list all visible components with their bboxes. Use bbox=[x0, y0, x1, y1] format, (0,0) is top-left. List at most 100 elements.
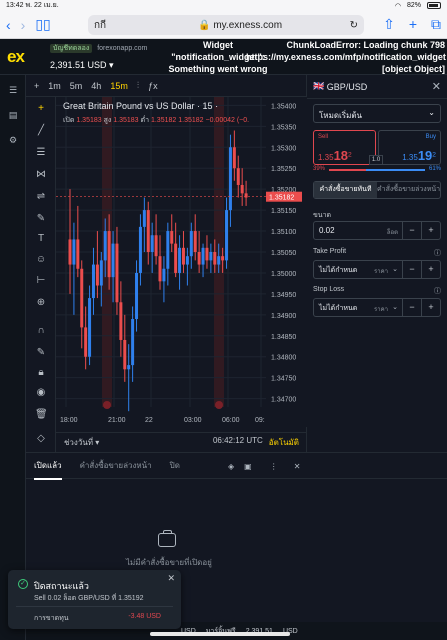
new-tab-icon[interactable]: + bbox=[409, 16, 417, 33]
tp-plus-button[interactable]: + bbox=[421, 261, 440, 278]
tp-label: Take Profit bbox=[313, 248, 347, 255]
chart-range-bar: ช่วงวันที่ ▾ 06:42:12 UTC อัตโนมัติ bbox=[56, 432, 307, 452]
price-chart[interactable]: 1.354001.353501.353001.352501.352001.351… bbox=[56, 97, 307, 427]
candle-body bbox=[193, 231, 197, 252]
url-domain: 🔒 my.exness.com bbox=[198, 19, 283, 31]
tp-minus-button[interactable]: − bbox=[402, 261, 421, 278]
zoom-in-icon[interactable]: ⊕ bbox=[35, 297, 47, 308]
order-panel-header: 🇬🇧︎ GBP/USD ✕ bbox=[307, 75, 447, 99]
brush-icon[interactable]: ✎ bbox=[35, 213, 47, 224]
stack-icon[interactable]: ▣ bbox=[244, 462, 252, 471]
ruler-icon[interactable]: ⊢ bbox=[35, 275, 47, 286]
candle-body bbox=[84, 327, 88, 357]
chevron-down-icon[interactable]: ⌄ bbox=[392, 265, 398, 273]
candle-body bbox=[146, 210, 150, 252]
ohlc-readout: เปิด 1.35183 สูง 1.35183 ต่ำ 1.35182 1.3… bbox=[63, 117, 250, 124]
candle-body bbox=[205, 247, 209, 261]
sl-minus-button[interactable]: − bbox=[402, 299, 421, 316]
candle-body bbox=[135, 272, 139, 320]
y-tick-label: 1.34850 bbox=[271, 334, 296, 341]
magnet-icon[interactable]: ∩ bbox=[35, 325, 47, 336]
back-icon[interactable]: ‹ bbox=[6, 17, 11, 33]
measure-icon[interactable]: ⇌ bbox=[35, 191, 47, 202]
sentiment-ratio: 39% 61% bbox=[313, 166, 441, 172]
tf-1m[interactable]: 1m bbox=[48, 81, 61, 91]
candle-body bbox=[240, 184, 244, 194]
order-type-tabs: คำสั่งซื้อขายทันที คำสั่งซื้อขายล่วงหน้า bbox=[313, 181, 441, 199]
fib-icon[interactable]: ☰ bbox=[35, 147, 47, 158]
candle-body bbox=[217, 256, 221, 265]
close-icon[interactable]: ✕ bbox=[294, 462, 301, 471]
lock-icon[interactable]: 🔒︎ bbox=[35, 367, 47, 378]
share-icon[interactable]: ⇧ bbox=[383, 16, 395, 33]
pattern-icon[interactable]: ⋈ bbox=[35, 169, 47, 180]
date-range-button[interactable]: ช่วงวันที่ ▾ bbox=[64, 436, 99, 449]
close-icon[interactable]: ✕ bbox=[167, 573, 175, 584]
account-selector[interactable]: บัญชีทดลอง forexonapp.com 2,391.51 USD ▾ bbox=[50, 43, 147, 71]
y-tick-label: 1.35350 bbox=[271, 124, 296, 131]
orders-actions: ◈ ▣ ⋮ ✕ bbox=[222, 453, 300, 479]
tf-15m[interactable]: 15m bbox=[110, 81, 128, 91]
trendline-icon[interactable]: ╱ bbox=[35, 125, 47, 136]
chunk-error: ChunkLoadError: Loading chunk 798 https:… bbox=[246, 40, 446, 74]
info-icon[interactable]: ⓘ bbox=[434, 286, 441, 296]
candle-body bbox=[111, 243, 115, 278]
candle-body bbox=[123, 339, 127, 370]
tab-pending-orders[interactable]: คำสั่งซื้อขายล่วงหน้า bbox=[80, 459, 152, 472]
volume-label: ขนาด bbox=[313, 212, 332, 219]
sl-label: Stop Loss bbox=[313, 286, 345, 293]
add-indicator-button[interactable]: + bbox=[34, 81, 39, 91]
url-bar[interactable]: กกี 🔒 my.exness.com ↻ bbox=[88, 15, 364, 35]
tf-5m[interactable]: 5m bbox=[70, 81, 83, 91]
indicators-icon[interactable]: ƒx bbox=[148, 81, 158, 91]
layers-icon[interactable]: ◈ bbox=[228, 462, 234, 471]
close-icon[interactable]: ✕ bbox=[432, 80, 441, 93]
tab-pending-order[interactable]: คำสั่งซื้อขายล่วงหน้า bbox=[377, 182, 440, 198]
volume-stepper[interactable]: 0.02 ล็อต − + bbox=[313, 221, 441, 240]
volume-input[interactable]: 0.02 bbox=[319, 226, 335, 235]
emoji-icon[interactable]: ☺ bbox=[35, 254, 47, 265]
take-profit-field[interactable]: ไม่ได้กำหนด ราคา ⌄ − + bbox=[313, 260, 441, 279]
text-icon[interactable]: T bbox=[35, 233, 47, 244]
sell-button[interactable]: Sell 1.35182 bbox=[313, 130, 376, 165]
candle-type-icon[interactable]: ⫶ bbox=[137, 80, 139, 91]
info-icon[interactable]: ⓘ bbox=[434, 248, 441, 258]
visibility-icon[interactable]: ◉ bbox=[35, 387, 47, 398]
tab-closed-orders[interactable]: ปิด bbox=[170, 459, 180, 472]
order-mode-select[interactable]: โหมดเริ่มต้น ⌄ bbox=[313, 104, 441, 123]
exness-logo[interactable]: ex bbox=[7, 47, 29, 66]
settings-icon[interactable]: ⚙ bbox=[7, 135, 19, 146]
chevron-down-icon[interactable]: ⌄ bbox=[392, 303, 398, 311]
reload-icon[interactable]: ↻ bbox=[350, 20, 358, 31]
menu-icon[interactable]: ☰ bbox=[7, 85, 19, 96]
stop-loss-field[interactable]: ไม่ได้กำหนด ราคา ⌄ − + bbox=[313, 298, 441, 317]
check-icon: ✓ bbox=[18, 579, 28, 589]
tab-open-orders[interactable]: เปิดแล้ว bbox=[34, 459, 62, 480]
more-icon[interactable]: ⋮ bbox=[270, 462, 278, 471]
tf-4h[interactable]: 4h bbox=[91, 81, 101, 91]
sl-plus-button[interactable]: + bbox=[421, 299, 440, 316]
candle-body bbox=[213, 252, 217, 265]
utc-clock: 06:42:12 UTC bbox=[212, 436, 263, 445]
crosshair-icon[interactable]: + bbox=[35, 103, 47, 114]
book-icon[interactable]: ▯▯ bbox=[35, 16, 50, 33]
volume-minus-button[interactable]: − bbox=[402, 222, 421, 239]
x-tick-label: 22 bbox=[145, 417, 153, 424]
spread-value: 1.0 bbox=[369, 155, 383, 165]
forward-icon[interactable]: › bbox=[21, 17, 26, 33]
left-nav: ☰ ▤ ⚙ bbox=[0, 75, 26, 640]
auto-scale-button[interactable]: อัตโนมัติ bbox=[269, 436, 299, 449]
event-marker bbox=[215, 401, 223, 409]
account-balance: 2,391.51 USD ▾ bbox=[50, 60, 114, 70]
trash-icon[interactable]: 🗑︎ bbox=[35, 409, 48, 420]
candle-body bbox=[80, 268, 84, 328]
buy-button[interactable]: Buy 1.35192 bbox=[378, 130, 441, 165]
lock-draw-icon[interactable]: ✎ bbox=[35, 347, 47, 358]
tab-text: กกี bbox=[94, 19, 107, 31]
collapse-icon[interactable]: ◇ bbox=[35, 433, 47, 444]
calendar-icon[interactable]: ▤ bbox=[7, 110, 19, 121]
y-tick-label: 1.34950 bbox=[271, 292, 296, 299]
volume-plus-button[interactable]: + bbox=[421, 222, 440, 239]
tab-market-order[interactable]: คำสั่งซื้อขายทันที bbox=[314, 182, 377, 198]
tabs-icon[interactable]: ⧉ bbox=[431, 16, 441, 33]
